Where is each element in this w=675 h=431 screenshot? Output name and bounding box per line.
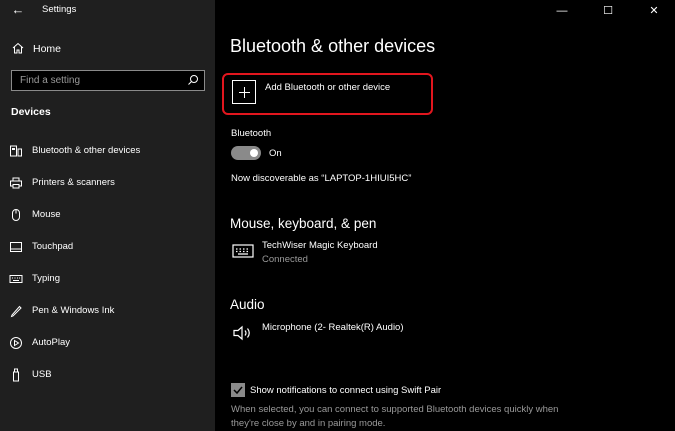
device-name[interactable]: TechWiser Magic Keyboard bbox=[262, 240, 378, 251]
sidebar-item-label: AutoPlay bbox=[32, 337, 71, 348]
sidebar-item-label: Typing bbox=[32, 273, 60, 284]
search-icon bbox=[188, 75, 198, 85]
speaker-icon bbox=[233, 325, 250, 341]
keyboard-icon bbox=[232, 244, 254, 258]
sidebar-item-printers[interactable]: Printers & scanners bbox=[0, 172, 215, 194]
autoplay-icon bbox=[10, 337, 22, 349]
swift-pair-description: When selected, you can connect to suppor… bbox=[231, 404, 559, 429]
maximize-button[interactable]: ☐ bbox=[601, 4, 615, 18]
pen-icon bbox=[10, 305, 22, 318]
minimize-button[interactable]: — bbox=[555, 4, 569, 18]
discoverable-text: Now discoverable as “LAPTOP-1HIUI5HC” bbox=[231, 173, 412, 184]
section-heading-audio: Audio bbox=[230, 297, 265, 312]
checkmark-icon bbox=[233, 386, 243, 395]
bluetooth-toggle[interactable] bbox=[231, 146, 261, 160]
sidebar-item-pen[interactable]: Pen & Windows Ink bbox=[0, 300, 215, 322]
bluetooth-toggle-state: On bbox=[269, 148, 282, 159]
sidebar-item-label: USB bbox=[32, 369, 52, 380]
title-bar: ← Settings bbox=[0, 0, 215, 22]
sidebar-item-label: Mouse bbox=[32, 209, 61, 220]
mouse-icon bbox=[12, 209, 20, 221]
section-heading-mouse-keyboard-pen: Mouse, keyboard, & pen bbox=[230, 216, 377, 231]
swift-pair-checkbox[interactable] bbox=[231, 383, 245, 397]
device-status: Connected bbox=[262, 254, 308, 265]
sidebar-item-label: Bluetooth & other devices bbox=[32, 145, 141, 156]
sidebar-item-typing[interactable]: Typing bbox=[0, 268, 215, 290]
sidebar-item-usb[interactable]: USB bbox=[0, 364, 215, 386]
device-name[interactable]: Microphone (2- Realtek(R) Audio) bbox=[262, 322, 404, 333]
touchpad-icon bbox=[10, 242, 22, 252]
app-title: Settings bbox=[42, 4, 77, 15]
sidebar-item-home[interactable]: Home bbox=[0, 39, 215, 59]
sidebar-item-label: Pen & Windows Ink bbox=[32, 305, 115, 316]
close-button[interactable]: ✕ bbox=[647, 4, 661, 18]
sidebar-item-mouse[interactable]: Mouse bbox=[0, 204, 215, 226]
window-controls: — ☐ ✕ bbox=[555, 0, 675, 22]
swift-pair-label[interactable]: Show notifications to connect using Swif… bbox=[250, 385, 441, 396]
page-title: Bluetooth & other devices bbox=[230, 36, 436, 56]
search-input[interactable]: Find a setting bbox=[11, 70, 205, 91]
sidebar-item-bluetooth[interactable]: Bluetooth & other devices bbox=[0, 140, 215, 162]
add-device-label[interactable]: Add Bluetooth or other device bbox=[265, 82, 390, 93]
add-device-button[interactable] bbox=[232, 80, 256, 104]
usb-icon bbox=[13, 368, 19, 382]
sidebar: ← Settings Home Find a setting Devices B… bbox=[0, 0, 215, 431]
home-icon bbox=[12, 42, 24, 54]
search-placeholder: Find a setting bbox=[20, 75, 81, 86]
keyboard-icon bbox=[9, 275, 23, 283]
toggle-knob bbox=[250, 149, 258, 157]
back-arrow-icon[interactable]: ← bbox=[10, 2, 26, 18]
plus-icon-vertical bbox=[244, 87, 245, 98]
section-title: Devices bbox=[11, 106, 51, 118]
sidebar-item-label: Touchpad bbox=[32, 241, 74, 252]
sidebar-item-label: Home bbox=[33, 43, 62, 55]
printer-icon bbox=[10, 177, 22, 189]
sidebar-item-autoplay[interactable]: AutoPlay bbox=[0, 332, 215, 354]
sidebar-item-touchpad[interactable]: Touchpad bbox=[0, 236, 215, 258]
bluetooth-devices-icon bbox=[10, 145, 22, 157]
bluetooth-label: Bluetooth bbox=[231, 128, 272, 139]
sidebar-item-label: Printers & scanners bbox=[32, 177, 115, 188]
